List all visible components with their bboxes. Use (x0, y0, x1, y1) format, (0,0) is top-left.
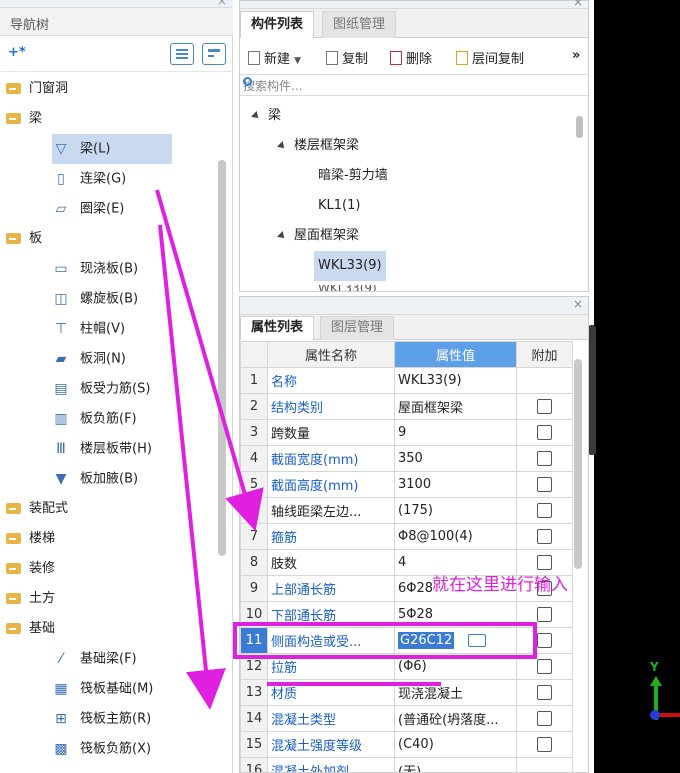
arrow-to-base (158, 224, 226, 710)
highlight-box-row-11 (233, 622, 537, 659)
highlight-underline (267, 682, 441, 686)
app-window: × 导航树 +* 门窗洞梁 ▽ 梁(L) ▯ 连梁(G) ▱ 圈梁(E) 板 ▭ 现浇板(B) ◫ 螺… (0, 0, 680, 773)
annotation-note: 就在这里进行输入 (432, 575, 568, 595)
arrow-to-row-7 (155, 189, 264, 532)
